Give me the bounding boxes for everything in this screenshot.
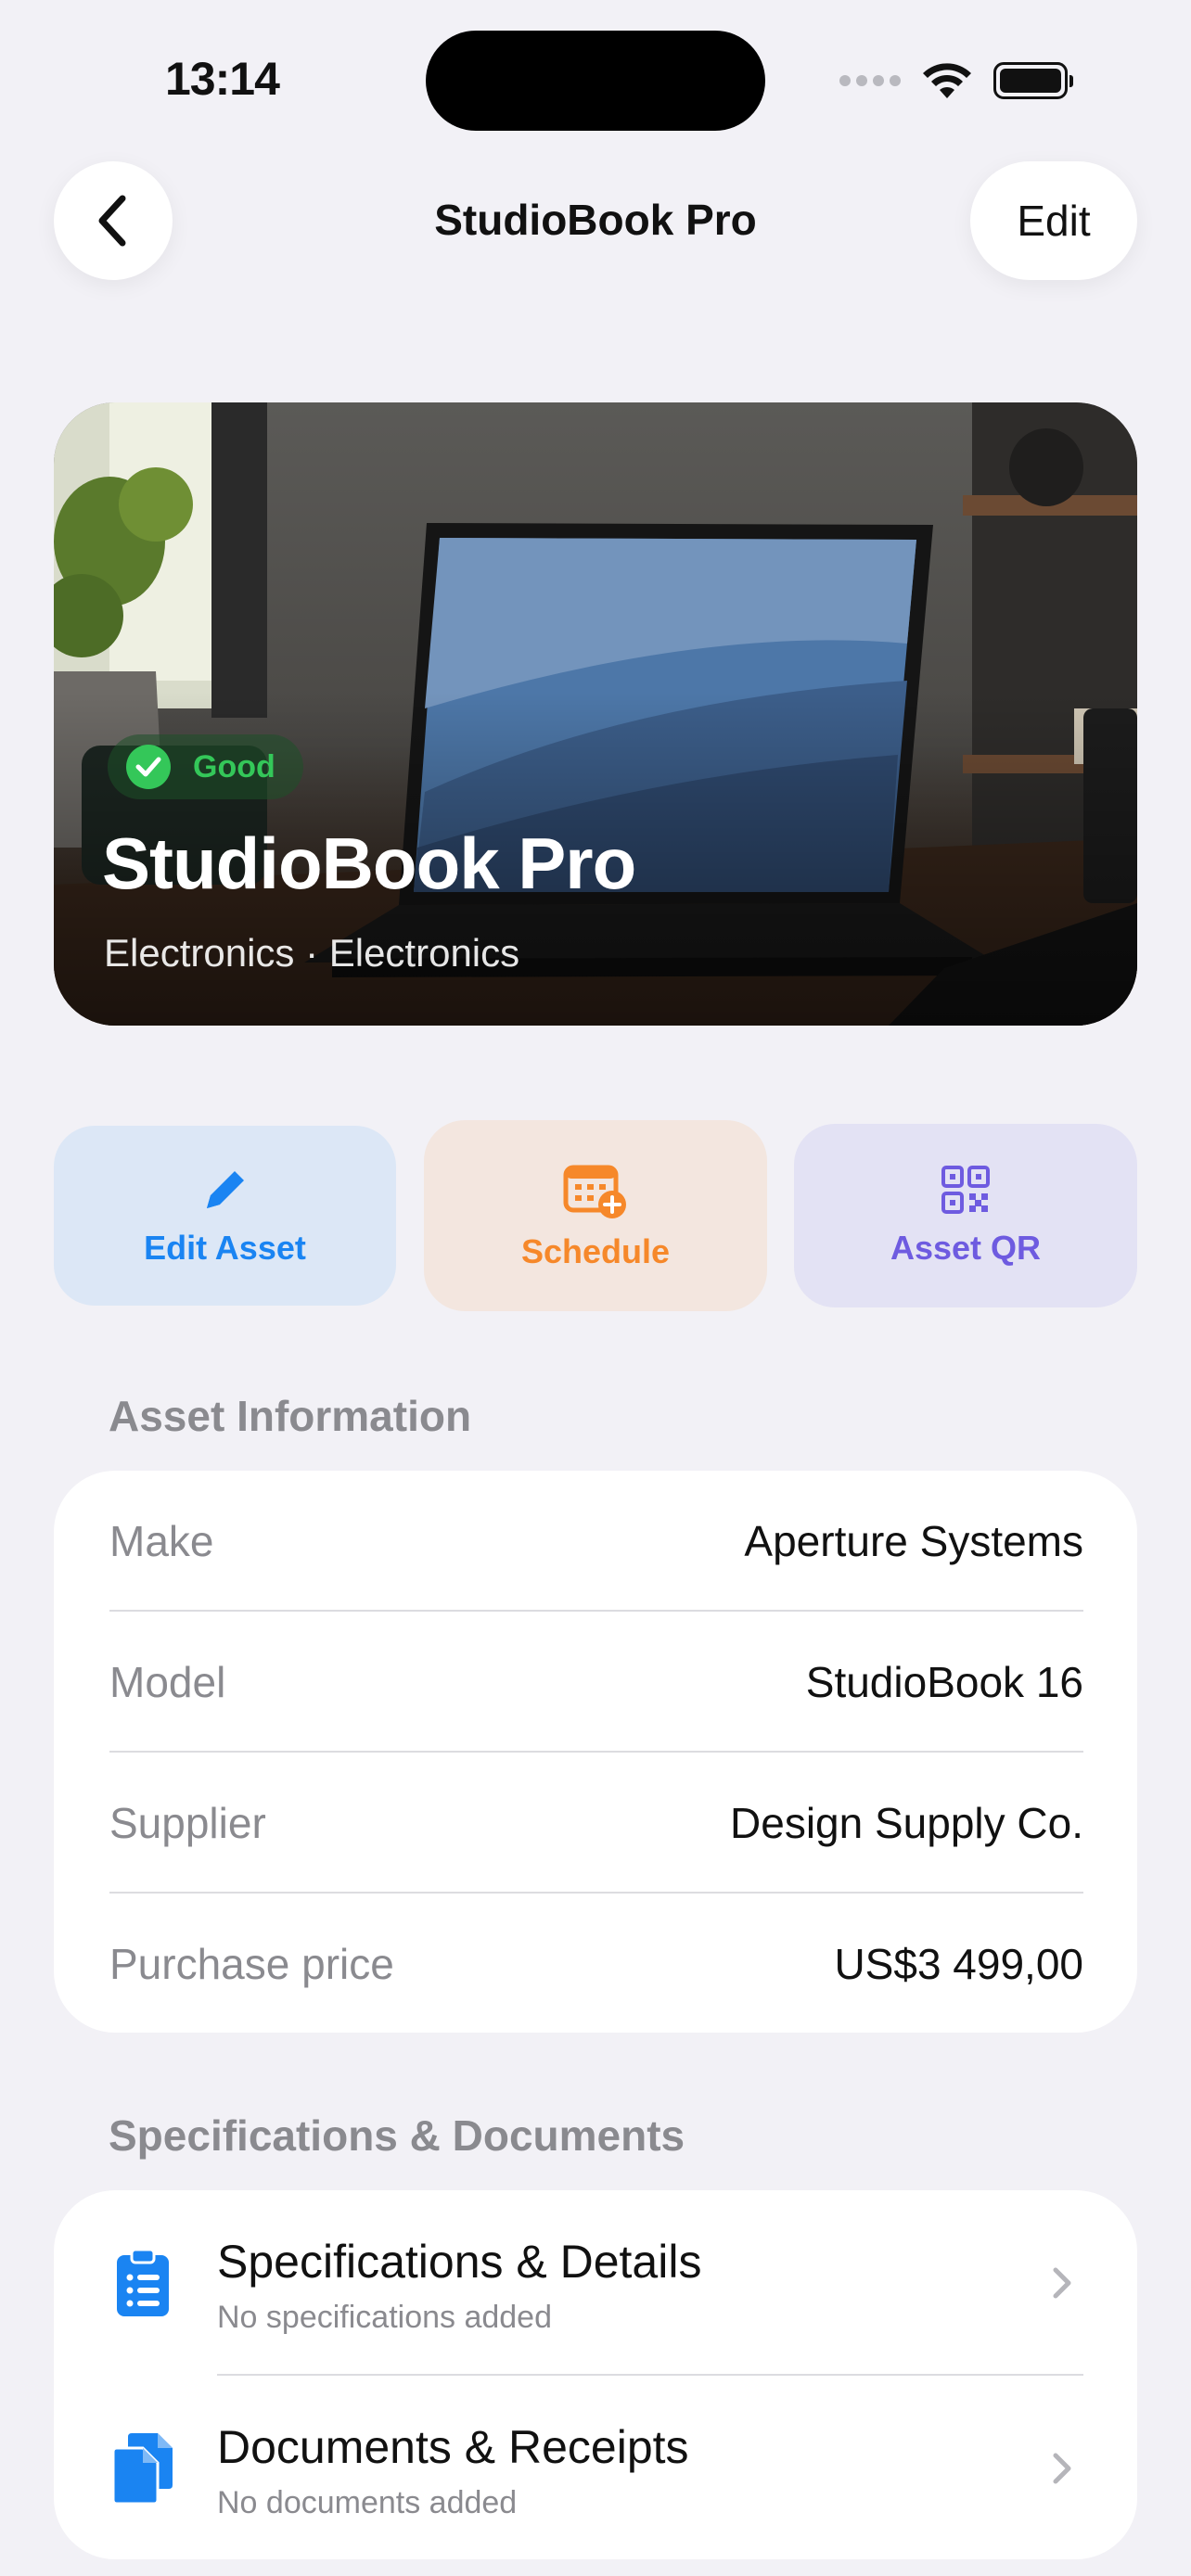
info-label: Purchase price	[109, 1940, 394, 1988]
documents-icon	[111, 2433, 173, 2506]
status-icons	[839, 57, 1073, 104]
chevron-right-icon	[1053, 2453, 1071, 2484]
list-item-specifications[interactable]: Specifications & Details No specificatio…	[54, 2190, 1137, 2376]
specifications-documents-header: Specifications & Documents	[109, 2111, 685, 2160]
pencil-icon	[206, 1171, 244, 1208]
qr-code-icon	[941, 1166, 990, 1214]
condition-badge: Good	[108, 734, 303, 799]
clipboard-list-icon	[117, 2248, 169, 2316]
info-row-supplier: Supplier Design Supply Co.	[109, 1753, 1083, 1894]
info-value: Aperture Systems	[744, 1517, 1083, 1565]
asset-title: StudioBook Pro	[102, 823, 636, 904]
edit-asset-button[interactable]: Edit Asset	[54, 1126, 396, 1306]
dynamic-island	[426, 31, 765, 131]
status-time: 13:14	[165, 53, 280, 105]
battery-icon	[993, 62, 1073, 99]
asset-information-header: Asset Information	[109, 1392, 472, 1440]
list-item-documents[interactable]: Documents & Receipts No documents added	[54, 2376, 1137, 2561]
info-row-purchase-price: Purchase price US$3 499,00	[109, 1894, 1083, 2034]
list-item-title: Documents & Receipts	[217, 2421, 689, 2473]
chevron-right-icon	[1053, 2267, 1071, 2299]
info-value: US$3 499,00	[834, 1940, 1083, 1988]
asset-qr-label: Asset QR	[890, 1229, 1042, 1267]
info-value: Design Supply Co.	[730, 1799, 1083, 1847]
edit-button[interactable]: Edit	[970, 161, 1137, 280]
info-label: Model	[109, 1658, 226, 1706]
list-item-title: Specifications & Details	[217, 2236, 702, 2288]
info-row-model: Model StudioBook 16	[109, 1612, 1083, 1753]
specifications-documents-card: Specifications & Details No specificatio…	[54, 2190, 1137, 2559]
info-label: Supplier	[109, 1799, 266, 1847]
list-item-subtitle: No specifications added	[217, 2300, 553, 2335]
checkmark-icon	[126, 745, 171, 789]
calendar-add-icon	[563, 1165, 626, 1218]
schedule-label: Schedule	[520, 1232, 671, 1270]
list-item-subtitle: No documents added	[217, 2485, 518, 2520]
condition-label: Good	[193, 748, 275, 784]
info-label: Make	[109, 1517, 214, 1565]
info-value: StudioBook 16	[805, 1658, 1083, 1706]
schedule-button[interactable]: Schedule	[424, 1120, 767, 1311]
asset-qr-button[interactable]: Asset QR	[794, 1124, 1137, 1307]
asset-hero-card: Good StudioBook Pro Electronics · Electr…	[54, 402, 1137, 1026]
asset-information-card: Make Aperture Systems Model StudioBook 1…	[54, 1471, 1137, 2033]
edit-asset-label: Edit Asset	[144, 1229, 306, 1267]
wifi-icon	[923, 63, 971, 98]
asset-category: Electronics · Electronics	[104, 931, 520, 975]
cellular-signal-icon	[839, 75, 901, 86]
info-row-make: Make Aperture Systems	[109, 1471, 1083, 1612]
